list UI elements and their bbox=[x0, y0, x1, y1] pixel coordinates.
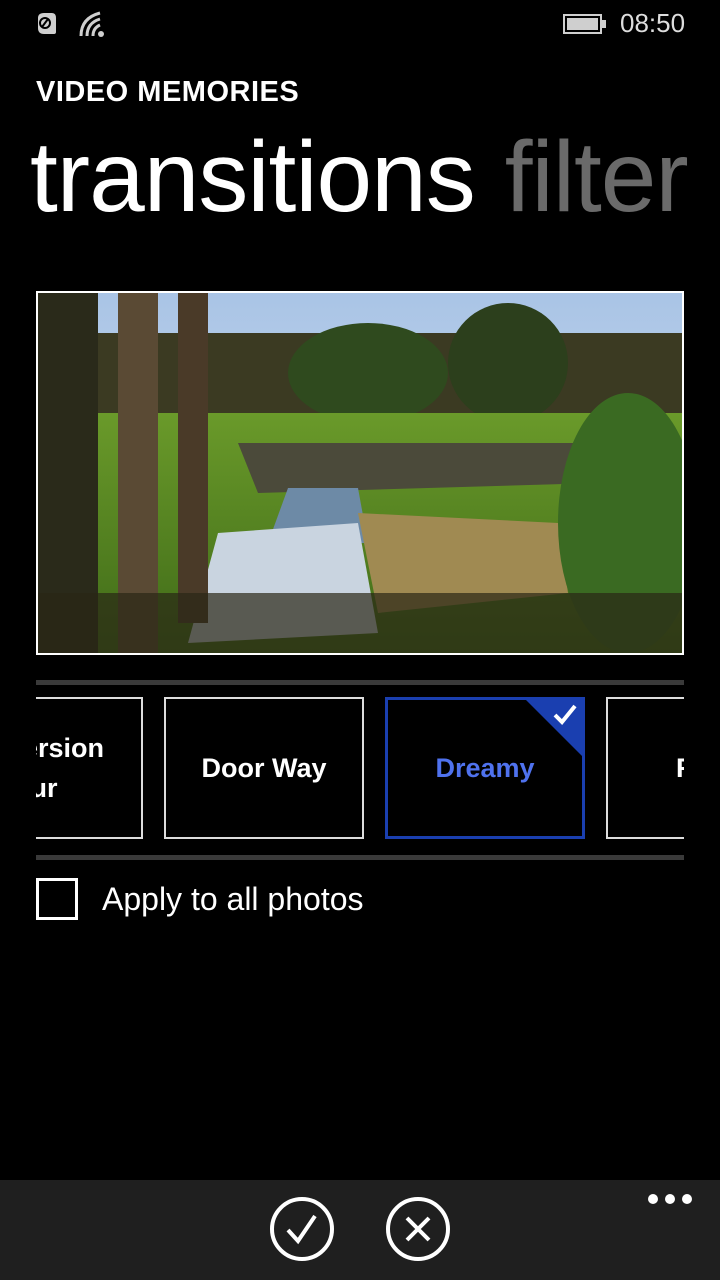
battery-icon bbox=[563, 14, 606, 34]
apply-to-all-checkbox[interactable] bbox=[36, 878, 78, 920]
clock: 08:50 bbox=[620, 8, 686, 38]
transition-tile-label: Dreamy bbox=[435, 752, 535, 783]
transition-tile-label: F bbox=[676, 753, 684, 784]
status-bar: 08:50 bbox=[0, 0, 720, 48]
transition-tile[interactable]: ersionlur bbox=[36, 697, 143, 839]
transition-strip[interactable]: ersionlur Door Way Dreamy F bbox=[36, 697, 684, 842]
transition-tile-label: ersionlur bbox=[36, 733, 105, 803]
strip-bottom-divider bbox=[36, 855, 684, 860]
pivot-tab-filter[interactable]: filter bbox=[505, 121, 689, 233]
more-icon[interactable] bbox=[648, 1194, 692, 1208]
transition-tile-door-way[interactable]: Door Way bbox=[164, 697, 364, 839]
app-title: VIDEO MEMORIES bbox=[36, 76, 300, 108]
apply-to-all-row[interactable]: Apply to all photos bbox=[36, 878, 364, 920]
signal-icon bbox=[79, 11, 104, 37]
strip-top-divider bbox=[36, 680, 684, 685]
app-bar bbox=[0, 1180, 720, 1280]
nfc-icon bbox=[38, 13, 56, 34]
transition-tile-label: Door Way bbox=[201, 752, 327, 783]
transition-tile[interactable]: F bbox=[606, 697, 684, 839]
pivot-tab-transitions[interactable]: transitions bbox=[30, 121, 476, 233]
preview-image bbox=[38, 293, 682, 653]
close-icon[interactable] bbox=[385, 1196, 451, 1262]
check-icon[interactable] bbox=[269, 1196, 335, 1262]
check-icon bbox=[553, 704, 577, 725]
apply-to-all-label: Apply to all photos bbox=[102, 880, 364, 917]
pivot-header: transitions filter bbox=[30, 120, 689, 235]
transition-tile-dreamy[interactable]: Dreamy bbox=[385, 697, 585, 839]
photo-preview bbox=[36, 291, 684, 655]
